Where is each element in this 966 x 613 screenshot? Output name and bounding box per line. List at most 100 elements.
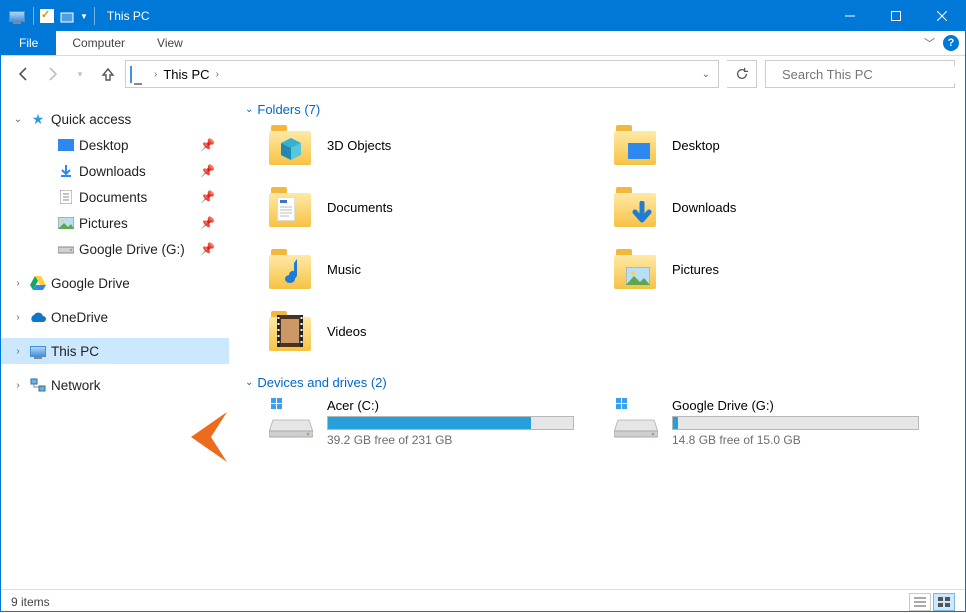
folder-label: 3D Objects [327,138,391,153]
breadcrumb-separator-icon[interactable]: › [154,69,157,80]
tree-label: Google Drive [51,276,130,291]
google-drive-icon [29,274,47,292]
tree-item-downloads[interactable]: Downloads 📌 [29,158,229,184]
folder-item[interactable]: 3D Objects [269,125,604,165]
chevron-down-icon[interactable]: ⌄ [245,104,253,115]
status-bar: 9 items [1,589,965,613]
window-title: This PC [107,9,827,23]
pin-icon[interactable]: 📌 [200,216,215,230]
tree-label: Quick access [51,112,131,127]
window-controls [827,1,965,31]
tree-item-gdrive-local[interactable]: Google Drive (G:) 📌 [29,236,229,262]
folder-label: Documents [327,200,393,215]
folder-label: Music [327,262,361,277]
tree-label: Desktop [79,138,129,153]
chevron-right-icon[interactable]: › [11,312,25,323]
search-input[interactable] [780,66,960,83]
drive-icon [614,398,658,438]
search-box[interactable] [765,60,955,88]
tree-item-desktop[interactable]: Desktop 📌 [29,132,229,158]
folder-label: Desktop [672,138,720,153]
network-icon [29,376,47,394]
folder-item[interactable]: Videos [269,311,604,351]
help-icon[interactable]: ? [943,35,959,51]
tree-this-pc[interactable]: › This PC [1,338,229,364]
tree-label: Documents [79,190,147,205]
qat-properties-icon[interactable] [40,9,54,23]
star-icon: ★ [29,110,47,128]
recent-locations-button[interactable]: ▾ [71,69,89,80]
close-button[interactable] [919,1,965,31]
folder-icon [614,187,658,227]
tree-google-drive[interactable]: › Google Drive [1,270,229,296]
tree-label: This PC [51,344,99,359]
folder-label: Pictures [672,262,719,277]
chevron-down-icon[interactable]: ⌄ [11,114,25,125]
downloads-icon [57,162,75,180]
drive-usage-bar [327,416,574,430]
drive-name: Acer (C:) [327,398,574,413]
drive-usage-bar [672,416,919,430]
chevron-right-icon[interactable]: › [11,278,25,289]
drive-item[interactable]: Google Drive (G:) 14.8 GB free of 15.0 GB [614,398,949,447]
minimize-button[interactable] [827,1,873,31]
tree-item-pictures[interactable]: Pictures 📌 [29,210,229,236]
group-header-label: Devices and drives (2) [257,375,386,390]
annotation-arrow-icon [173,412,227,465]
up-button[interactable] [99,66,117,82]
drive-free-text: 39.2 GB free of 231 GB [327,433,574,447]
chevron-right-icon[interactable]: › [11,346,25,357]
qat-dropdown-icon[interactable]: ▼ [80,12,88,21]
refresh-button[interactable] [727,60,757,88]
ribbon-collapse-icon[interactable]: ﹀ [924,35,935,51]
pin-icon[interactable]: 📌 [200,138,215,152]
maximize-button[interactable] [873,1,919,31]
folder-icon [269,249,313,289]
breadcrumb-this-pc[interactable]: This PC [163,67,209,82]
chevron-right-icon[interactable]: › [11,380,25,391]
desktop-icon [57,136,75,154]
content-pane: ⌄ Folders (7) 3D Objects Desktop Documents… [229,92,965,589]
tree-quick-access[interactable]: ⌄ ★ Quick access [1,106,229,132]
pin-icon[interactable]: 📌 [200,164,215,178]
view-tiles-button[interactable] [933,593,955,611]
breadcrumb-separator-icon[interactable]: › [216,69,219,80]
address-bar[interactable]: › This PC › ⌄ [125,60,719,88]
pin-icon[interactable]: 📌 [200,242,215,256]
chevron-down-icon[interactable]: ⌄ [245,377,253,388]
pin-icon[interactable]: 📌 [200,190,215,204]
tree-label: Network [51,378,101,393]
tree-label: Google Drive (G:) [79,242,185,257]
file-tab[interactable]: File [1,31,56,55]
tree-label: Downloads [79,164,146,179]
folder-item[interactable]: Desktop [614,125,949,165]
back-button[interactable] [15,66,33,82]
tree-network[interactable]: › Network [1,372,229,398]
ribbon-tabs: File Computer View ﹀ ? [1,31,965,56]
pc-icon [130,67,148,81]
forward-button[interactable] [43,66,61,82]
status-item-count: 9 items [11,595,50,609]
folder-item[interactable]: Music [269,249,604,289]
qat-new-folder-icon[interactable] [60,9,74,23]
tree-onedrive[interactable]: › OneDrive [1,304,229,330]
folder-item[interactable]: Downloads [614,187,949,227]
group-header-folders[interactable]: ⌄ Folders (7) [245,102,949,117]
drive-free-text: 14.8 GB free of 15.0 GB [672,433,919,447]
drive-item[interactable]: Acer (C:) 39.2 GB free of 231 GB [269,398,604,447]
view-details-button[interactable] [909,593,931,611]
tab-computer[interactable]: Computer [56,31,141,55]
title-bar: ▼ This PC [1,1,965,31]
folder-item[interactable]: Documents [269,187,604,227]
tree-item-documents[interactable]: Documents 📌 [29,184,229,210]
address-dropdown-icon[interactable]: ⌄ [702,69,714,80]
group-header-label: Folders (7) [257,102,320,117]
folder-icon [614,125,658,165]
group-header-drives[interactable]: ⌄ Devices and drives (2) [245,375,949,390]
folder-label: Downloads [672,200,736,215]
folder-item[interactable]: Pictures [614,249,949,289]
folder-icon [269,187,313,227]
system-icon[interactable] [7,6,27,26]
drive-name: Google Drive (G:) [672,398,919,413]
tab-view[interactable]: View [141,31,199,55]
